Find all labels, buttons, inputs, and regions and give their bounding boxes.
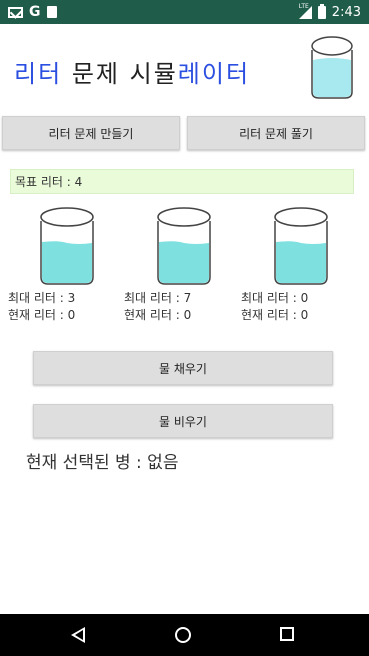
empty-water-button[interactable]: 물 비우기 <box>33 404 333 438</box>
title-part-3: 시뮬 <box>129 60 178 88</box>
back-icon[interactable] <box>71 627 85 643</box>
bottle-3[interactable] <box>273 207 329 287</box>
title-part-1: 리터 <box>14 60 63 88</box>
clock: 2:43 <box>331 4 361 20</box>
signal-icon: LTE <box>298 2 312 19</box>
bottle-1[interactable] <box>39 207 95 287</box>
battery-icon <box>317 3 326 19</box>
status-bar: G LTE 2:43 <box>0 0 369 24</box>
bottle-2-max: 최대 리터 : 7 <box>124 291 192 305</box>
app-header: 리터 문제 시뮬레이터 <box>0 24 369 112</box>
target-liters-label: 목표 리터 : 4 <box>10 169 354 194</box>
bottle-3-info: 최대 리터 : 0 현재 리터 : 0 <box>241 290 308 324</box>
make-problem-button[interactable]: 리터 문제 만들기 <box>2 116 180 150</box>
bottle-2-current: 현재 리터 : 0 <box>124 308 192 322</box>
bottle-1-max: 최대 리터 : 3 <box>8 291 76 305</box>
app-title: 리터 문제 시뮬레이터 <box>14 54 250 89</box>
sd-card-icon <box>46 6 57 18</box>
recent-apps-icon[interactable] <box>280 627 294 641</box>
title-part-2: 문제 <box>71 60 120 88</box>
solve-problem-button[interactable]: 리터 문제 풀기 <box>187 116 365 150</box>
bottle-3-max: 최대 리터 : 0 <box>241 291 309 305</box>
bottle-3-current: 현재 리터 : 0 <box>241 308 309 322</box>
bottle-2-info: 최대 리터 : 7 현재 리터 : 0 <box>124 290 191 324</box>
google-icon: G <box>29 4 41 20</box>
bottle-1-current: 현재 리터 : 0 <box>8 308 76 322</box>
mail-icon <box>8 6 23 18</box>
bottle-logo-icon <box>311 36 353 99</box>
network-label: LTE <box>298 2 309 10</box>
bottle-2[interactable] <box>156 207 212 287</box>
bottle-1-info: 최대 리터 : 3 현재 리터 : 0 <box>8 290 75 324</box>
fill-water-button[interactable]: 물 채우기 <box>33 351 333 385</box>
title-part-4: 레이터 <box>177 60 251 88</box>
selected-bottle-label: 현재 선택된 병 : 없음 <box>26 453 179 473</box>
home-icon[interactable] <box>175 627 191 643</box>
navigation-bar <box>0 614 369 656</box>
